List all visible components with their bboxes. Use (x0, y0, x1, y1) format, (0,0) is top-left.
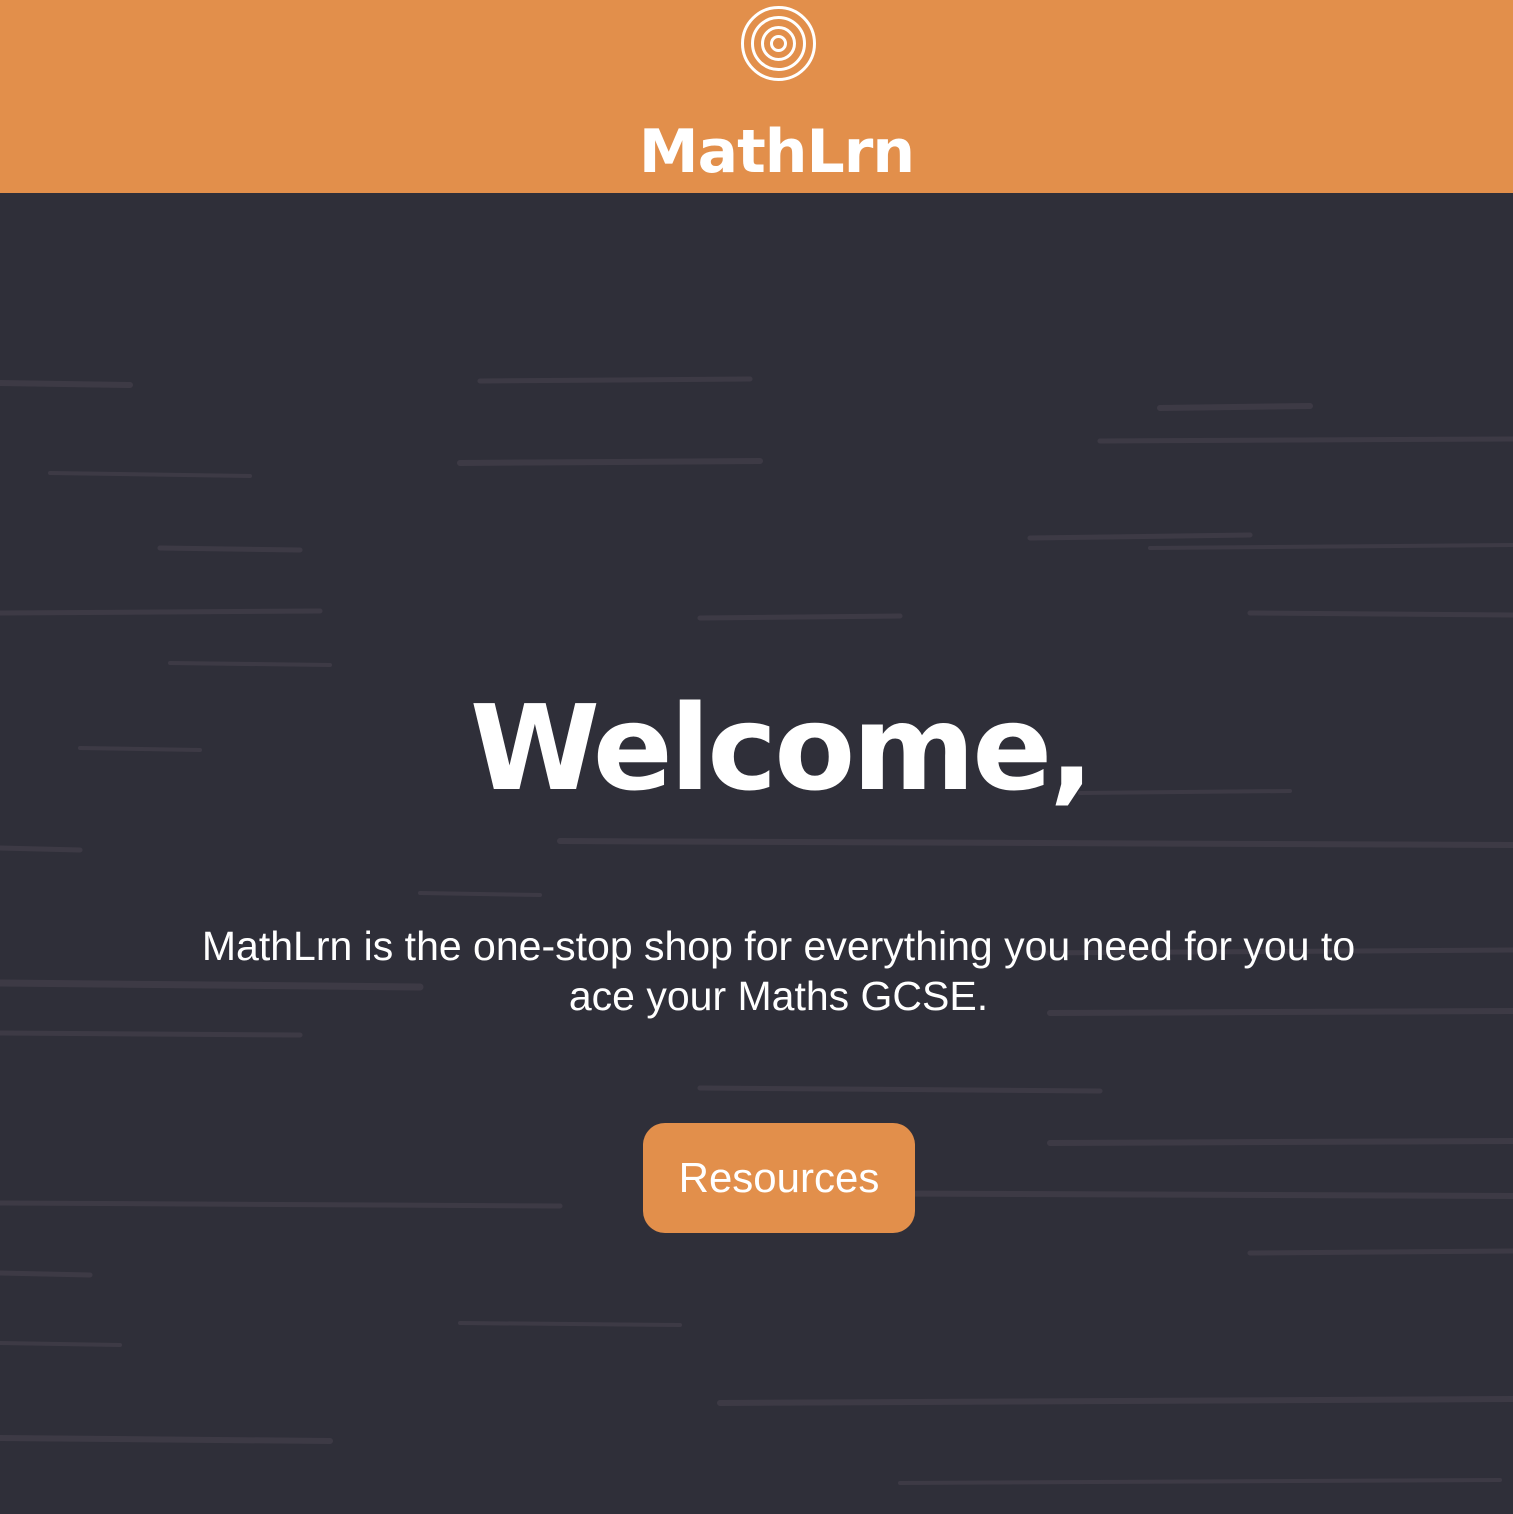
brand-logo-text[interactable]: MathLrn (20, 112, 1513, 192)
chalkboard-texture (0, 376, 1513, 1485)
site-header: MathLrn (0, 0, 1513, 193)
resources-button[interactable]: Resources (643, 1123, 915, 1233)
page: MathLrn Welcome, MathLrn is the one-stop… (0, 0, 1513, 1514)
welcome-heading: Welcome, (469, 679, 1094, 817)
concentric-circles-icon[interactable] (739, 4, 818, 83)
tagline-text: MathLrn is the one-stop shop for everyth… (201, 923, 1356, 1019)
hero-section: Welcome, MathLrn is the one-stop shop fo… (0, 193, 1513, 1514)
